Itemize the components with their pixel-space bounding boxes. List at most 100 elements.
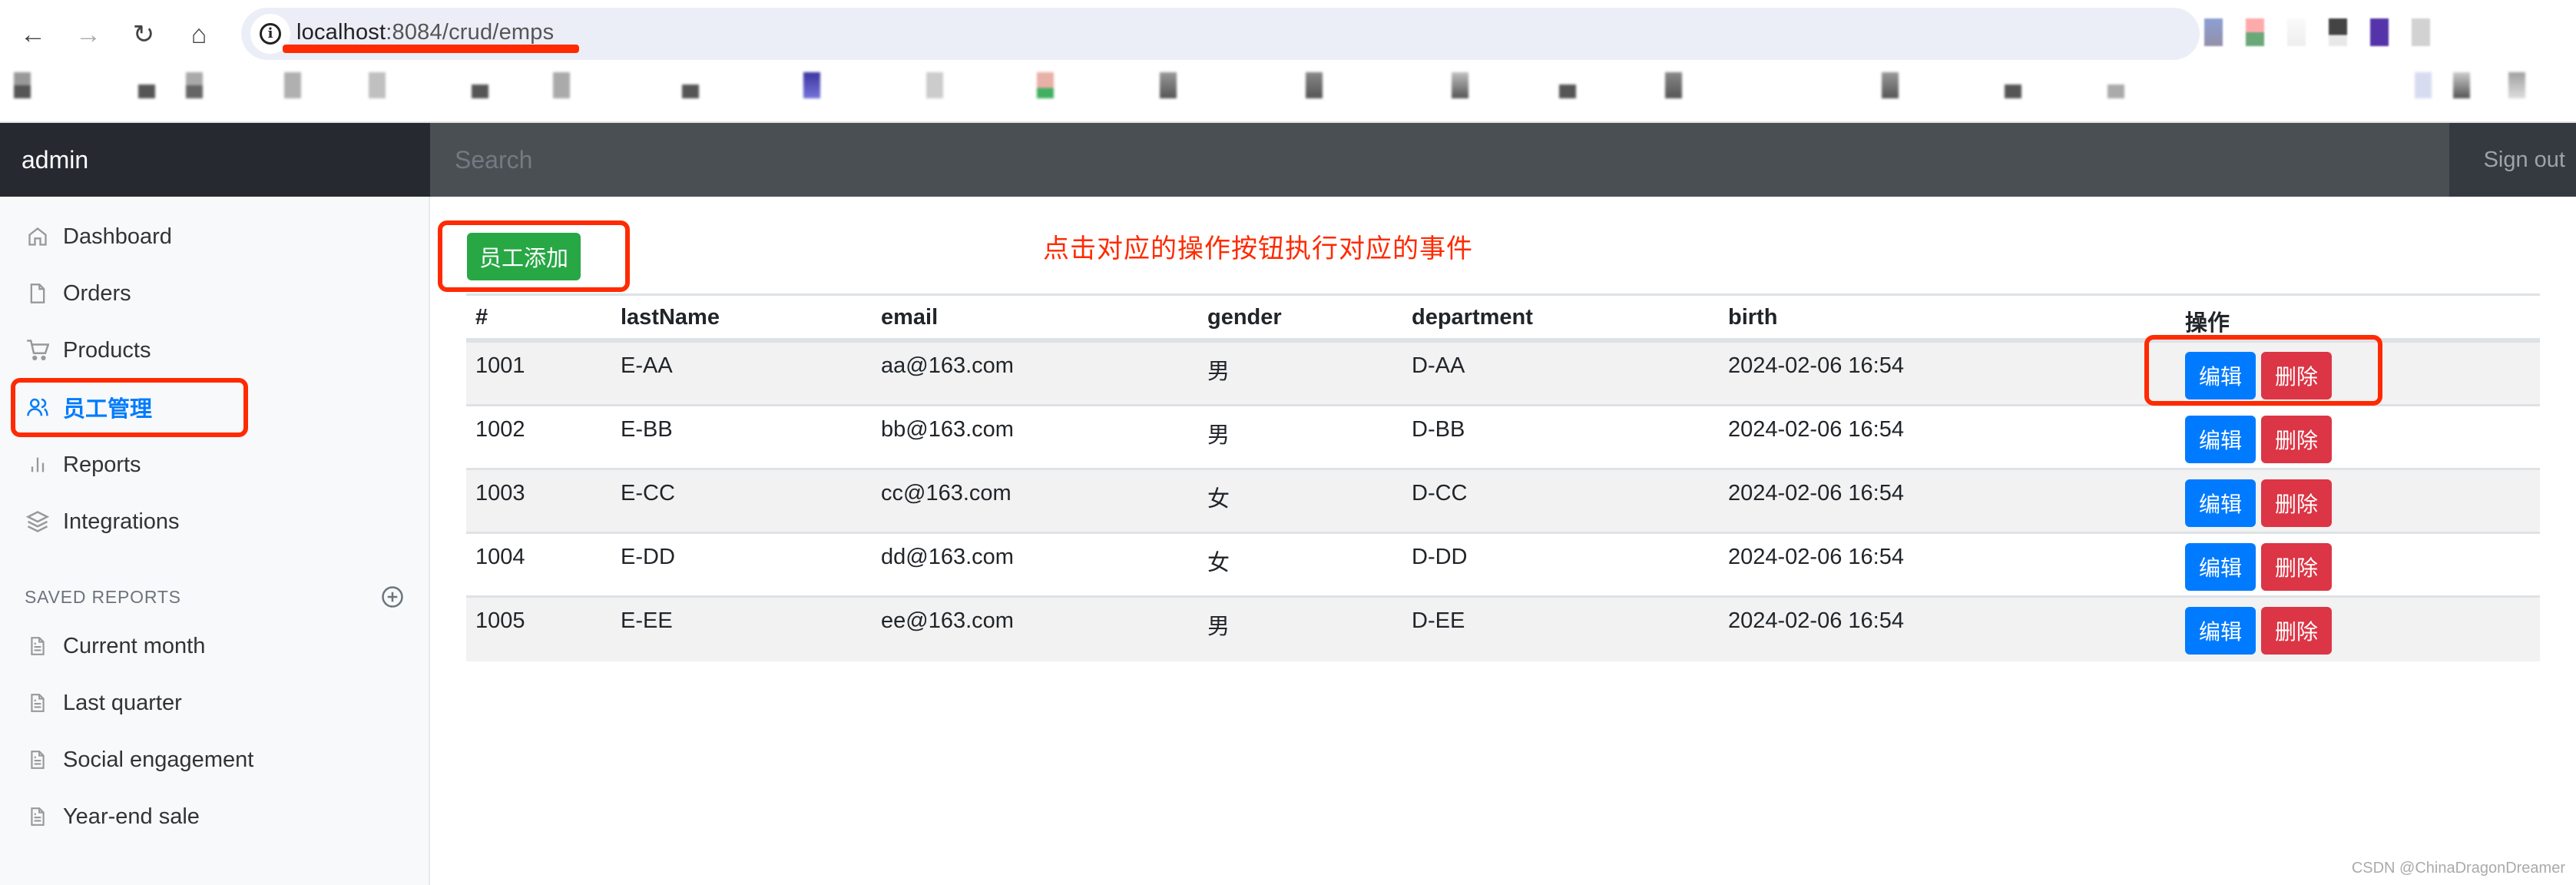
file-text-icon	[26, 691, 49, 714]
cell-birth: 2024-02-06 16:54	[1728, 417, 1904, 442]
annotation-underline	[283, 45, 579, 53]
main-content: 员工添加 点击对应的操作按钮执行对应的事件 # lastName email g…	[430, 197, 2576, 885]
plus-circle-icon	[382, 586, 403, 608]
edit-button[interactable]: 编辑	[2185, 416, 2256, 463]
bookmark-item[interactable]	[186, 72, 203, 98]
bookmark-item[interactable]	[803, 72, 820, 98]
watermark: CSDN @ChinaDragonDreamer	[2351, 860, 2565, 877]
cell-gender: 男	[1207, 423, 1230, 448]
bookmark-item[interactable]	[2453, 72, 2470, 98]
cell-department: D-EE	[1412, 608, 1465, 633]
saved-report-last-quarter[interactable]: Last quarter	[0, 675, 429, 731]
file-text-icon	[26, 805, 49, 828]
cell-department: D-AA	[1412, 353, 1465, 378]
sidebar-item-orders[interactable]: Orders	[0, 265, 429, 322]
bookmark-item[interactable]	[472, 85, 488, 98]
cell-id: 1002	[475, 417, 525, 442]
bookmark-item[interactable]	[1665, 72, 1682, 98]
edit-button[interactable]: 编辑	[2185, 543, 2256, 591]
sidebar-item-products[interactable]: Products	[0, 322, 429, 379]
delete-button[interactable]: 删除	[2261, 416, 2332, 463]
reload-button[interactable]: ↻	[126, 17, 161, 52]
bookmark-item[interactable]	[1037, 72, 1054, 98]
cell-email: ee@163.com	[881, 608, 1014, 633]
cell-birth: 2024-02-06 16:54	[1728, 481, 1904, 505]
table-row: 1001 E-AA aa@163.com 男 D-AA 2024-02-06 16:54 编…	[466, 343, 2540, 406]
bookmark-item[interactable]	[1452, 72, 1468, 98]
extension-icon[interactable]	[2287, 18, 2306, 46]
bookmark-item[interactable]	[2508, 72, 2525, 98]
saved-report-year-end-sale[interactable]: Year-end sale	[0, 788, 429, 845]
header-email: email	[881, 305, 939, 330]
bookmark-item[interactable]	[138, 85, 155, 98]
bookmark-item[interactable]	[926, 72, 943, 98]
bookmark-item[interactable]	[2005, 85, 2021, 98]
arrow-left-icon: ←	[20, 19, 46, 49]
sidebar: Dashboard Orders Products 员工管理 Reports I…	[0, 197, 430, 885]
extension-icon[interactable]	[2246, 18, 2264, 46]
bookmark-item[interactable]	[2107, 85, 2124, 98]
sidebar-item-dashboard[interactable]: Dashboard	[0, 208, 429, 265]
sign-out-link[interactable]: Sign out	[2449, 123, 2576, 197]
bookmark-item[interactable]	[14, 72, 31, 98]
delete-button[interactable]: 删除	[2261, 352, 2332, 399]
edit-button[interactable]: 编辑	[2185, 479, 2256, 527]
cell-id: 1004	[475, 545, 525, 569]
bookmark-item[interactable]	[682, 85, 699, 98]
bookmark-item[interactable]	[1160, 72, 1177, 98]
add-report-button[interactable]	[381, 585, 404, 608]
add-employee-button[interactable]: 员工添加	[467, 233, 581, 280]
delete-button[interactable]: 删除	[2261, 607, 2332, 655]
bookmark-item[interactable]	[2415, 72, 2432, 98]
cell-birth: 2024-02-06 16:54	[1728, 545, 1904, 569]
header-gender: gender	[1207, 305, 1282, 330]
brand-link[interactable]: admin	[0, 123, 430, 197]
bookmark-item[interactable]	[1559, 85, 1576, 98]
cell-id: 1005	[475, 608, 525, 633]
header-id: #	[475, 305, 488, 330]
url-text[interactable]: localhost:8084/crud/emps	[296, 20, 554, 45]
delete-button[interactable]: 删除	[2261, 479, 2332, 527]
arrow-right-icon: →	[75, 19, 101, 49]
bookmark-item[interactable]	[553, 72, 570, 98]
back-button[interactable]: ←	[15, 17, 51, 52]
forward-button[interactable]: →	[71, 17, 106, 52]
header-actions: 操作	[2185, 311, 2230, 336]
saved-report-current-month[interactable]: Current month	[0, 618, 429, 675]
edit-button[interactable]: 编辑	[2185, 607, 2256, 655]
reload-icon: ↻	[132, 20, 155, 49]
extension-icon[interactable]	[2204, 18, 2223, 46]
delete-button[interactable]: 删除	[2261, 543, 2332, 591]
cell-lastname: E-AA	[621, 353, 673, 378]
search-input[interactable]	[430, 123, 2449, 197]
header-birth: birth	[1728, 305, 1778, 330]
table-row: 1002 E-BB bb@163.com 男 D-BB 2024-02-06 16:54 编…	[466, 406, 2540, 470]
edit-button[interactable]: 编辑	[2185, 352, 2256, 399]
cell-lastname: E-BB	[621, 417, 673, 442]
file-text-icon	[26, 748, 49, 771]
extension-icon[interactable]	[2412, 18, 2430, 46]
bookmark-item[interactable]	[284, 72, 301, 98]
cell-gender: 女	[1207, 551, 1230, 575]
home-button[interactable]: ⌂	[181, 17, 217, 52]
annotation-text: 点击对应的操作按钮执行对应的事件	[1043, 234, 1473, 264]
header-department: department	[1412, 305, 1533, 330]
bookmark-item[interactable]	[369, 72, 386, 98]
browser-chrome: ← → ↻ ⌂ i localhost:8084/crud/emps	[0, 0, 2576, 123]
cell-department: D-DD	[1412, 545, 1468, 569]
sidebar-item-employee-management[interactable]: 员工管理	[0, 379, 429, 436]
bookmark-item[interactable]	[1882, 72, 1899, 98]
table-row: 1003 E-CC cc@163.com 女 D-CC 2024-02-06 16:54 编…	[466, 470, 2540, 534]
extension-icon[interactable]	[2329, 18, 2347, 46]
sidebar-item-integrations[interactable]: Integrations	[0, 493, 429, 550]
extension-icon[interactable]	[2370, 18, 2389, 46]
cell-birth: 2024-02-06 16:54	[1728, 608, 1904, 633]
saved-report-social-engagement[interactable]: Social engagement	[0, 731, 429, 788]
bookmark-item[interactable]	[1306, 72, 1323, 98]
sidebar-item-reports[interactable]: Reports	[0, 436, 429, 493]
extension-icons	[2204, 18, 2430, 46]
bookmarks-bar	[0, 66, 2576, 112]
cell-lastname: E-EE	[621, 608, 673, 633]
saved-reports-heading: SAVED REPORTS	[25, 587, 181, 607]
info-icon: i	[260, 23, 281, 45]
